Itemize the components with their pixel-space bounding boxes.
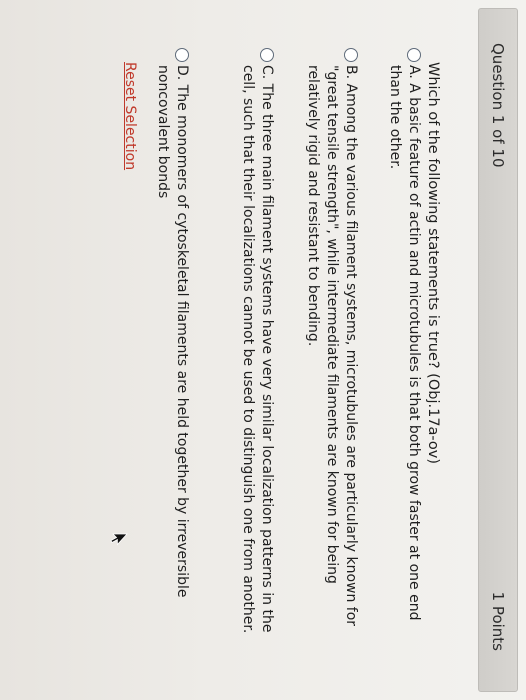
question-header: Question 1 of 10 1 Points: [478, 8, 518, 692]
points-label: 1 Points: [489, 591, 507, 651]
radio-button-b[interactable]: [344, 48, 358, 62]
answer-option-b[interactable]: B. Among the various filament systems, m…: [303, 48, 360, 638]
question-counter: Question 1 of 10: [489, 43, 507, 168]
question-prompt: Which of the following statements is tru…: [425, 62, 441, 465]
radio-button-d[interactable]: [175, 48, 189, 62]
answer-option-d-label: D. The monomers of cytoskeletal filament…: [155, 65, 190, 598]
reset-selection-link[interactable]: Reset Selection: [122, 62, 138, 170]
quiz-screen: Question 1 of 10 1 Points Which of the f…: [0, 0, 526, 700]
question-body: Which of the following statements is tru…: [0, 0, 476, 700]
answer-option-a-label: A. A basic feature of actin and microtub…: [387, 65, 422, 621]
radio-button-a[interactable]: [407, 48, 421, 62]
answer-option-d[interactable]: D. The monomers of cytoskeletal filament…: [153, 48, 191, 638]
radio-button-c[interactable]: [260, 48, 274, 62]
answer-option-c-label: C. The three main filament systems have …: [240, 65, 275, 634]
answer-option-a[interactable]: A. A basic feature of actin and microtub…: [385, 48, 423, 638]
answer-option-c[interactable]: C. The three main filament systems have …: [238, 48, 276, 638]
answer-option-b-label: B. Among the various filament systems, m…: [305, 65, 359, 627]
mouse-pointer-icon: [110, 533, 128, 546]
